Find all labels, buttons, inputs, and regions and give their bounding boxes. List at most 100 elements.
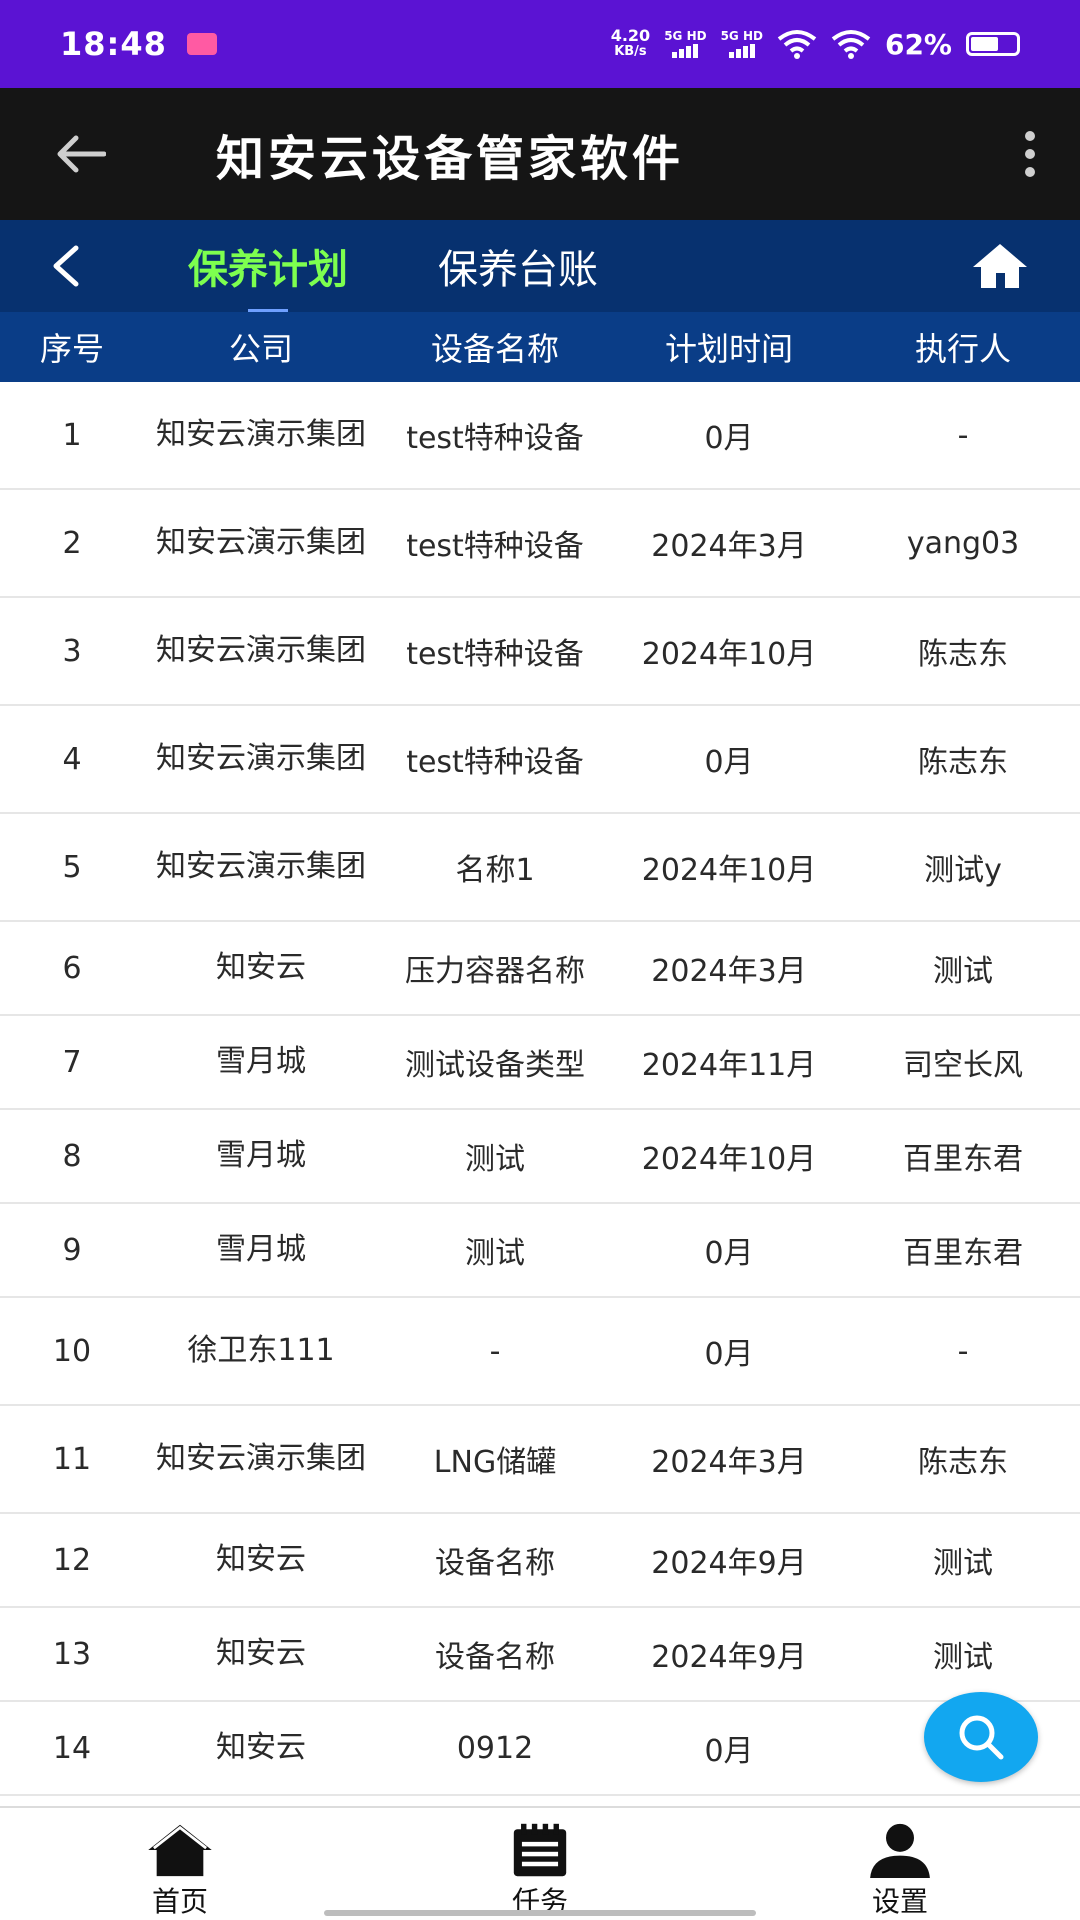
cell-index: 7	[62, 1044, 82, 1080]
tab-bar: 保养计划 保养台账	[0, 220, 1080, 312]
cell-index: 6	[62, 950, 82, 986]
cell-plan-time: 2024年10月	[641, 637, 817, 672]
table-row[interactable]: 6 知安云 压力容器名称 2024年3月 测试	[0, 922, 1080, 1016]
cell-company: 雪月城	[216, 1232, 306, 1267]
search-icon	[959, 1715, 1004, 1760]
home-button[interactable]	[940, 220, 1060, 312]
cell-index: 5	[62, 849, 82, 885]
cell-index: 2	[62, 525, 82, 561]
cell-company: 知安云演示集团	[156, 1441, 366, 1476]
cell-index: 9	[62, 1232, 82, 1268]
cell-executor: 陈志东	[918, 637, 1008, 672]
cell-plan-time: 0月	[704, 745, 754, 780]
search-button[interactable]	[924, 1692, 1038, 1782]
table-row[interactable]: 9 雪月城 测试 0月 百里东君	[0, 1204, 1080, 1298]
cell-plan-time: 0月	[704, 1236, 754, 1271]
status-time: 18:48	[60, 25, 167, 63]
cell-executor: 陈志东	[918, 1445, 1008, 1480]
header-executor: 执行人	[914, 330, 1011, 368]
table-row[interactable]: 4 知安云演示集团 test特种设备 0月 陈志东	[0, 706, 1080, 814]
tab-back-button[interactable]	[0, 220, 130, 312]
cell-index: 8	[62, 1138, 82, 1174]
cell-equipment: 设备名称	[435, 1546, 555, 1581]
tab-maintenance-ledger[interactable]: 保养台账	[438, 220, 598, 312]
page-title: 知安云设备管家软件	[216, 131, 685, 187]
bottom-nav: 首页 任务 设置	[0, 1806, 1080, 1920]
cell-company: 知安云演示集团	[156, 417, 366, 452]
cell-executor: 百里东君	[903, 1236, 1023, 1271]
cell-equipment: 测试设备类型	[405, 1048, 585, 1083]
cell-company: 知安云	[216, 1636, 306, 1671]
tab-maintenance-plan[interactable]: 保养计划	[188, 220, 348, 312]
back-arrow-icon	[57, 135, 106, 173]
network-speed: 4.20 KB/s	[610, 26, 651, 60]
table-row[interactable]: 7 雪月城 测试设备类型 2024年11月 司空长风	[0, 1016, 1080, 1110]
app-bar: 知安云设备管家软件	[0, 88, 1080, 220]
table-row[interactable]: 10 徐卫东111 - 0月 -	[0, 1298, 1080, 1406]
nav-tasks[interactable]: 任务	[360, 1808, 720, 1920]
cell-plan-time: 2024年10月	[641, 1142, 817, 1177]
cell-plan-time: 2024年11月	[641, 1048, 817, 1083]
table-row[interactable]: 14 知安云 0912 0月	[0, 1702, 1080, 1796]
table-body: 1 知安云演示集团 test特种设备 0月 - 2 知安云演示集团 test特种设备 2024年…	[0, 382, 1080, 1796]
header-index: 序号	[39, 330, 104, 368]
wifi-icon	[831, 30, 871, 59]
home-icon	[973, 244, 1027, 288]
cell-index: 1	[62, 417, 82, 453]
cell-equipment: 0912	[456, 1730, 534, 1766]
cell-equipment: LNG储罐	[433, 1445, 557, 1480]
nav-home[interactable]: 首页	[0, 1808, 360, 1920]
table-header: 序号 公司 设备名称 计划时间 执行人	[0, 312, 1080, 382]
cell-executor: -	[957, 417, 969, 453]
table-row[interactable]: 5 知安云演示集团 名称1 2024年10月 测试y	[0, 814, 1080, 922]
status-icons: 4.20 KB/s 5G HD 5G HD 62%	[611, 28, 1020, 61]
gesture-bar	[324, 1910, 756, 1916]
table-row[interactable]: 2 知安云演示集团 test特种设备 2024年3月 yang03	[0, 490, 1080, 598]
cell-executor: 测试y	[924, 853, 1002, 888]
nav-settings[interactable]: 设置	[720, 1808, 1080, 1920]
cell-company: 知安云	[216, 1542, 306, 1577]
cell-equipment: -	[489, 1333, 501, 1369]
nav-settings-label: 设置	[871, 1885, 928, 1918]
cell-index: 4	[62, 741, 82, 777]
cell-index: 12	[52, 1542, 92, 1578]
cell-executor: -	[957, 1333, 969, 1369]
table-row[interactable]: 11 知安云演示集团 LNG储罐 2024年3月 陈志东	[0, 1406, 1080, 1514]
cell-index: 13	[52, 1636, 92, 1672]
signal-icon: 5G HD	[664, 30, 707, 58]
table-row[interactable]: 3 知安云演示集团 test特种设备 2024年10月 陈志东	[0, 598, 1080, 706]
cell-plan-time: 2024年9月	[651, 1546, 807, 1581]
cell-index: 10	[52, 1333, 92, 1369]
cell-equipment: 设备名称	[435, 1640, 555, 1675]
wifi-icon	[777, 30, 817, 59]
table-row[interactable]: 1 知安云演示集团 test特种设备 0月 -	[0, 382, 1080, 490]
cell-index: 11	[52, 1441, 92, 1477]
battery-percent: 62%	[884, 27, 952, 61]
table-row[interactable]: 8 雪月城 测试 2024年10月 百里东君	[0, 1110, 1080, 1204]
cell-plan-time: 0月	[704, 1734, 754, 1769]
cell-company: 知安云	[216, 1730, 306, 1765]
nav-home-label: 首页	[151, 1885, 208, 1918]
cell-plan-time: 2024年10月	[641, 853, 817, 888]
cell-company: 知安云演示集团	[156, 741, 366, 776]
cell-plan-time: 0月	[704, 1337, 754, 1372]
battery-icon	[966, 32, 1020, 56]
cell-executor: 测试	[933, 1546, 993, 1581]
header-company: 公司	[228, 330, 293, 368]
user-icon	[870, 1823, 930, 1878]
more-menu-button[interactable]	[980, 88, 1080, 220]
cell-plan-time: 2024年3月	[651, 954, 807, 989]
cell-executor: 测试	[933, 1640, 993, 1675]
cell-company: 知安云演示集团	[156, 849, 366, 884]
cell-company: 徐卫东111	[187, 1333, 335, 1368]
table-row[interactable]: 12 知安云 设备名称 2024年9月 测试	[0, 1514, 1080, 1608]
status-bar: 18:48 4.20 KB/s 5G HD 5G HD 62%	[0, 0, 1080, 88]
cell-equipment: 测试	[465, 1236, 525, 1271]
signal-icon: 5G HD	[721, 30, 763, 58]
cell-company: 知安云演示集团	[156, 633, 366, 668]
header-plan-time: 计划时间	[664, 330, 793, 368]
cell-plan-time: 2024年9月	[651, 1640, 807, 1675]
table-row[interactable]: 13 知安云 设备名称 2024年9月 测试	[0, 1608, 1080, 1702]
back-button[interactable]	[20, 88, 140, 220]
cell-equipment: 名称1	[455, 853, 535, 888]
